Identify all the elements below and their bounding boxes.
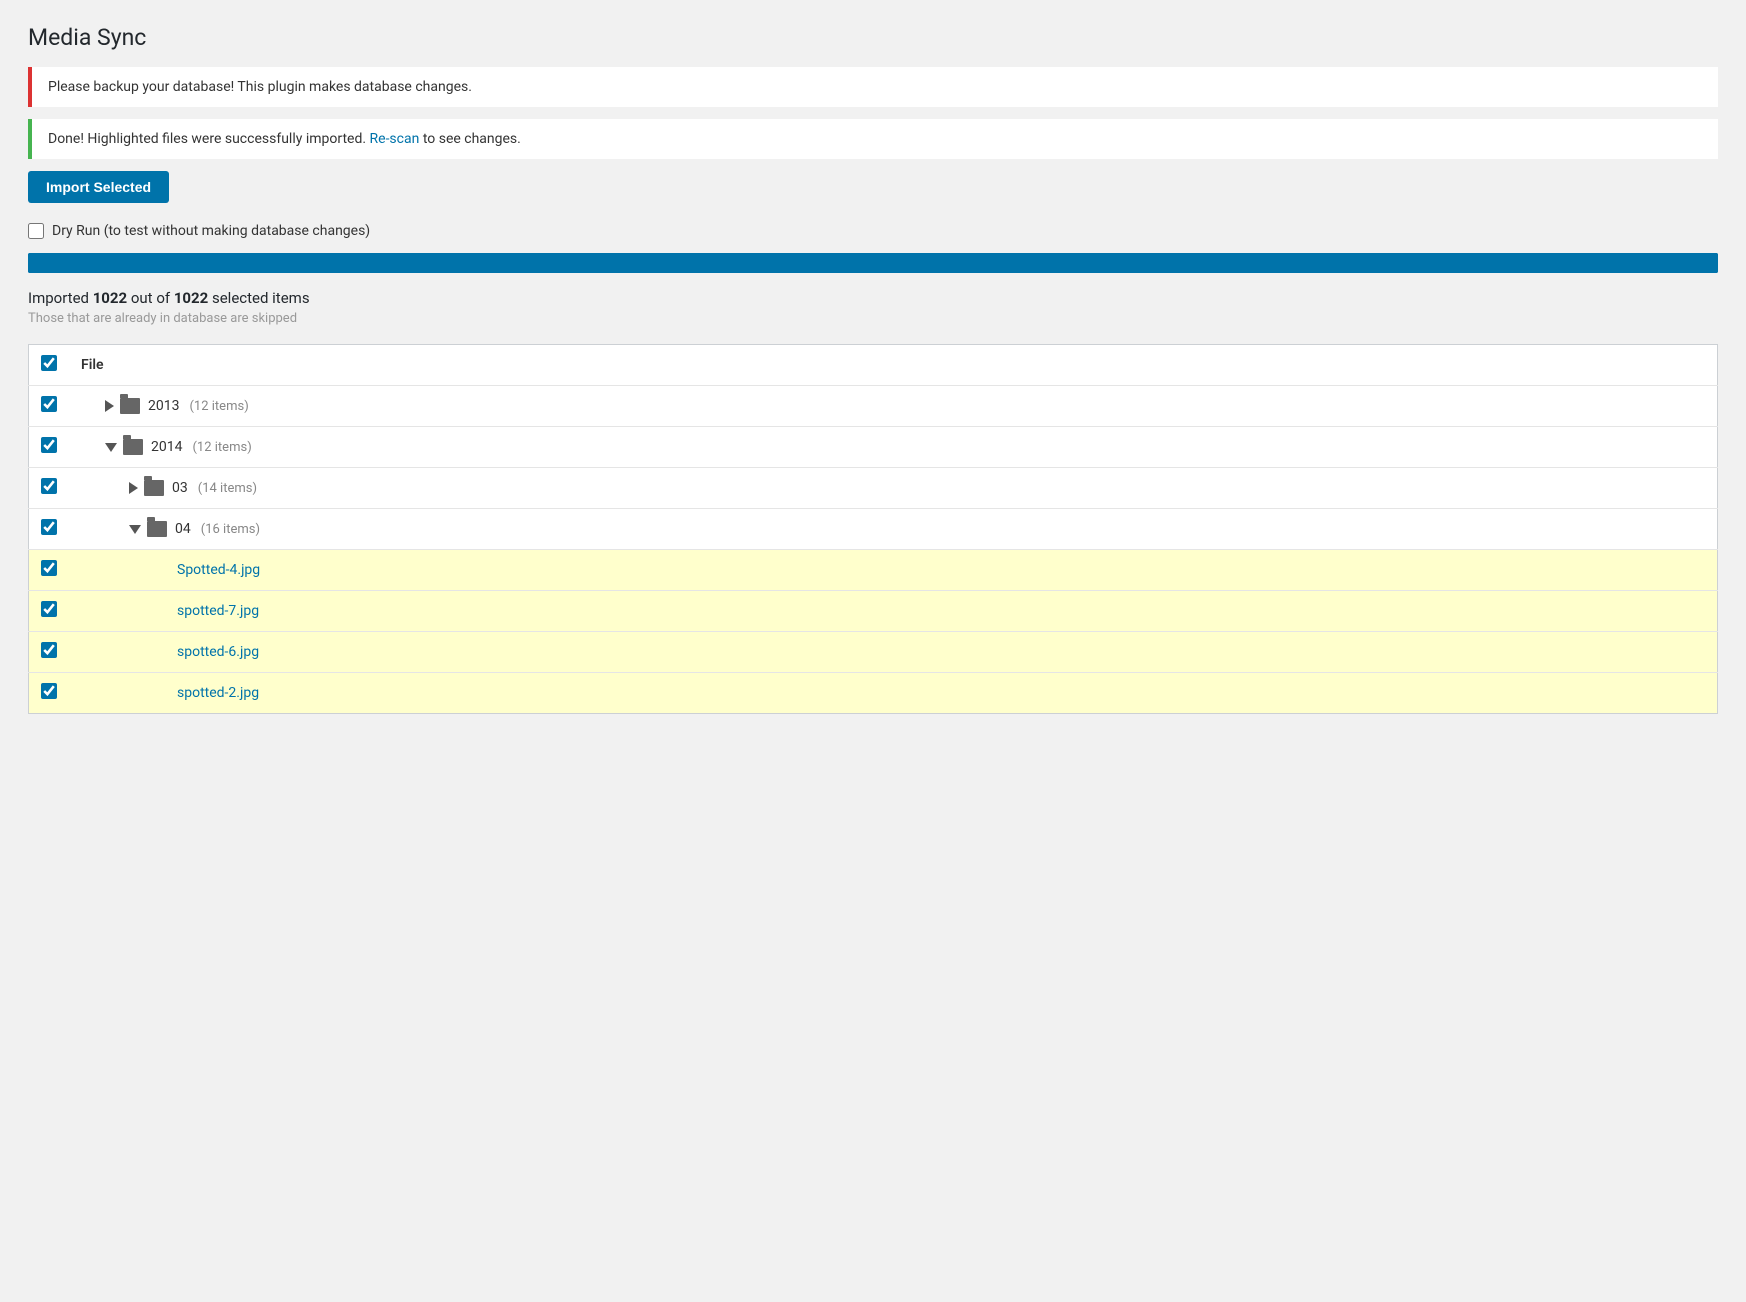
dry-run-checkbox[interactable] <box>28 223 44 239</box>
summary-label: Imported <box>28 289 93 307</box>
table-row: 2013 (12 items) <box>29 386 1718 427</box>
item-count: (12 items) <box>189 399 248 414</box>
expand-icon[interactable] <box>105 400 114 412</box>
row-checkbox[interactable] <box>41 519 57 535</box>
row-checkbox[interactable] <box>41 478 57 494</box>
table-row: Spotted-4.jpg <box>29 550 1718 591</box>
header-checkbox[interactable] <box>41 355 57 371</box>
file-link[interactable]: Spotted-4.jpg <box>177 562 260 578</box>
table-row: spotted-7.jpg <box>29 591 1718 632</box>
table-row: 2014 (12 items) <box>29 427 1718 468</box>
rescan-link[interactable]: Re-scan <box>370 131 420 147</box>
summary-selected-items: selected items <box>208 289 309 307</box>
dry-run-label: Dry Run (to test without making database… <box>52 223 370 239</box>
file-link[interactable]: spotted-2.jpg <box>177 685 259 701</box>
item-count: (12 items) <box>192 440 251 455</box>
warning-notice: Please backup your database! This plugin… <box>28 67 1718 107</box>
file-table: File 2013 (12 items) 2014 (12 items) 03 (14 i… <box>28 344 1718 714</box>
success-prefix: Done! Highlighted files were successfull… <box>48 131 370 147</box>
row-checkbox[interactable] <box>41 601 57 617</box>
warning-text: Please backup your database! This plugin… <box>48 79 472 95</box>
table-row: spotted-2.jpg <box>29 673 1718 714</box>
success-notice: Done! Highlighted files were successfull… <box>28 119 1718 159</box>
skip-note: Those that are already in database are s… <box>28 311 1718 326</box>
import-selected-button[interactable]: Import Selected <box>28 171 169 203</box>
summary-out-of: out of <box>127 289 174 307</box>
expand-icon[interactable] <box>129 482 138 494</box>
page-title: Media Sync <box>28 24 1718 51</box>
file-link[interactable]: spotted-6.jpg <box>177 644 259 660</box>
header-checkbox-cell <box>29 345 70 386</box>
folder-name: 04 <box>175 521 191 537</box>
row-checkbox[interactable] <box>41 642 57 658</box>
folder-name: 2014 <box>151 439 182 455</box>
progress-bar-fill <box>28 253 1718 273</box>
table-row: 03 (14 items) <box>29 468 1718 509</box>
success-suffix: to see changes. <box>419 131 521 147</box>
table-header-row: File <box>29 345 1718 386</box>
progress-bar-container <box>28 253 1718 273</box>
item-count: (16 items) <box>201 522 260 537</box>
folder-icon <box>147 521 167 537</box>
row-checkbox[interactable] <box>41 437 57 453</box>
header-file-label: File <box>69 345 1718 386</box>
item-count: (14 items) <box>198 481 257 496</box>
row-checkbox[interactable] <box>41 396 57 412</box>
folder-icon <box>120 398 140 414</box>
dry-run-row: Dry Run (to test without making database… <box>28 223 1718 239</box>
folder-name: 03 <box>172 480 188 496</box>
imported-summary: Imported 1022 out of 1022 selected items <box>28 289 1718 307</box>
table-row: 04 (16 items) <box>29 509 1718 550</box>
row-checkbox[interactable] <box>41 683 57 699</box>
table-row: spotted-6.jpg <box>29 632 1718 673</box>
collapse-icon[interactable] <box>105 443 117 452</box>
file-link[interactable]: spotted-7.jpg <box>177 603 259 619</box>
total-count: 1022 <box>174 289 208 307</box>
folder-icon <box>144 480 164 496</box>
row-checkbox[interactable] <box>41 560 57 576</box>
imported-count: 1022 <box>93 289 127 307</box>
folder-icon <box>123 439 143 455</box>
collapse-icon[interactable] <box>129 525 141 534</box>
folder-name: 2013 <box>148 398 179 414</box>
